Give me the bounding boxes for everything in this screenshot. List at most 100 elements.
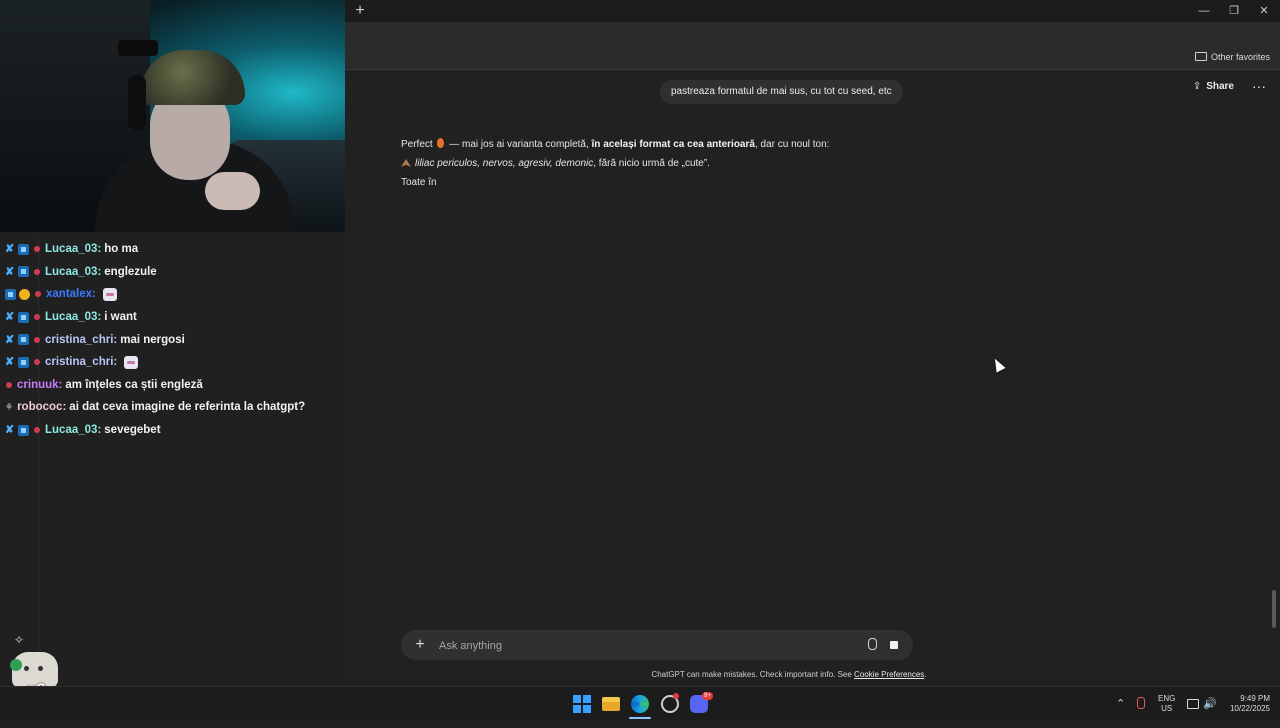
windows-start-icon[interactable] [573,695,591,713]
share-button[interactable]: ⇪ Share [1193,81,1234,92]
subscriber-badge-icon [18,266,29,278]
webcam-feed [0,0,345,232]
new-tab-button[interactable]: + [350,2,370,20]
scrollbar-thumb[interactable] [1272,590,1276,628]
dot-icon [34,427,40,434]
fire-emoji-icon [437,138,445,148]
chat-username[interactable]: xantalex: [46,288,96,300]
assistant-message: Perfect — mai jos ai varianta completă, … [401,135,921,192]
attach-plus-button[interactable]: + [411,635,429,655]
subscriber-badge-icon [5,288,16,300]
language-indicator[interactable]: ENG US [1158,694,1175,728]
chat-text: englezule [104,265,157,278]
chat-message: crinuuk: am înțeles ca știi engleză [0,374,345,397]
clock-date: 10/22/2025 [1229,704,1270,713]
chat-text: am înțeles ca știi engleză [65,378,203,391]
mouse-cursor-icon [990,356,1006,373]
chat-username[interactable]: Lucaa_03: [45,243,101,255]
microphone-icon[interactable] [868,638,877,650]
bits-badge-icon [19,288,30,300]
minimize-button[interactable]: — [1194,3,1214,19]
chat-message: ✘ Lucaa_03: ho ma [0,238,345,261]
plant-icon: ⚘ [5,401,14,412]
chat-text: ho ma [104,243,139,256]
share-label: Share [1206,81,1234,92]
prompt-input[interactable] [437,630,841,662]
chat-username[interactable]: cristina_chri: [45,356,117,368]
more-options-button[interactable]: ··· [1252,78,1266,94]
subscriber-badge-icon [18,334,29,346]
moderator-sword-icon: ✘ [5,333,15,346]
stop-generating-button[interactable] [883,634,905,656]
chat-message: ✘ Lucaa_03: i want [0,306,345,329]
stream-chat: ✘ Lucaa_03: ho ma ✘ Lucaa_03: englezule xa… [0,238,345,441]
cookie-preferences-link[interactable]: Cookie Preferences [854,670,924,679]
chat-message: ✘ cristina_chri: [0,351,345,374]
folder-icon [1194,52,1207,61]
composer: + [401,630,913,662]
dot-icon [34,246,40,253]
tray-chevron-icon[interactable]: ⌃ [1116,687,1125,721]
chat-message: ✘ cristina_chri: mai nergosi [0,328,345,351]
clock[interactable]: 9:49 PM 10/22/2025 [1222,694,1270,728]
chat-message: xantalex: [0,283,345,306]
share-icon: ⇪ [1192,81,1202,92]
chat-username[interactable]: Lucaa_03: [45,266,101,278]
volume-icon[interactable]: 🔊 [1203,687,1217,721]
microphone-tray-icon[interactable] [1137,697,1145,709]
webcam-person-cap [140,50,245,105]
language-code: ENG [1158,694,1176,703]
assistant-bold-text: în același format ca cea anterioară [591,139,755,150]
moderator-sword-icon: ✘ [5,424,15,437]
bat-emoji-icon [401,159,411,167]
dot-icon [34,314,40,321]
chat-username[interactable]: cristina_chri: [45,334,117,346]
clock-time: 9:49 PM [1240,694,1270,703]
subscriber-badge-icon [18,356,29,368]
dot-icon [6,381,12,388]
file-explorer-icon[interactable] [602,697,620,711]
assistant-text: , fără nicio urmă de „cute”. [593,158,710,169]
close-button[interactable]: ✕ [1254,3,1274,19]
green-badge-icon [10,659,22,671]
chat-username[interactable]: crinuuk: [17,379,62,391]
subscriber-badge-icon [18,311,29,323]
chat-username[interactable]: robococ: [17,401,66,413]
assistant-text: , dar cu noul ton: [754,139,830,150]
chat-text: mai nergosi [120,333,185,346]
restore-button[interactable]: ❐ [1224,3,1244,19]
sparkle-icon[interactable]: ✧ [14,633,24,647]
webcam-gadget [118,40,158,56]
dot-icon [34,336,40,343]
disclaimer-end: . [924,670,927,679]
disclaimer: ChatGPT can make mistakes. Check importa… [345,670,1233,679]
chat-username[interactable]: Lucaa_03: [45,424,101,436]
webcam-person-hand [205,172,260,210]
user-message-bubble: pastreaza formatul de mai sus, cu tot cu… [660,80,903,104]
cat-emote-icon [102,287,117,301]
other-favorites-button[interactable]: Other favorites [1194,52,1270,62]
chat-message: ✘ Lucaa_03: englezule [0,261,345,284]
disclaimer-text: ChatGPT can make mistakes. Check importa… [651,670,855,679]
moderator-sword-icon: ✘ [5,265,15,278]
discord-badge: 9+ [702,692,713,700]
active-app-indicator [629,717,651,719]
dot-icon [34,268,40,275]
keyboard-layout: US [1161,704,1173,713]
assistant-line-3: Toate în [401,177,437,188]
other-favorites-label: Other favorites [1210,52,1270,62]
taskbar: 9+ ⌃ ENG US 🔊 9:49 PM 10/22/2025 [0,686,1280,720]
stream-overlay: ✘ Lucaa_03: ho ma ✘ Lucaa_03: englezule xa… [0,0,345,699]
dot-icon [34,359,40,366]
edge-browser-icon[interactable] [631,695,649,713]
moderator-sword-icon: ✘ [5,243,15,256]
assistant-line-2: liliac periculos, nervos, agresiv, demon… [401,154,921,173]
network-icon[interactable] [1187,699,1199,709]
subscriber-badge-icon [18,424,29,436]
cat-emote-icon [124,355,139,369]
notification-dot [673,693,679,699]
chat-message: ✘ Lucaa_03: sevegebet [0,419,345,442]
chat-username[interactable]: Lucaa_03: [45,311,101,323]
assistant-italic-text: liliac periculos, nervos, agresiv, demon… [415,158,594,169]
moderator-sword-icon: ✘ [5,356,15,369]
